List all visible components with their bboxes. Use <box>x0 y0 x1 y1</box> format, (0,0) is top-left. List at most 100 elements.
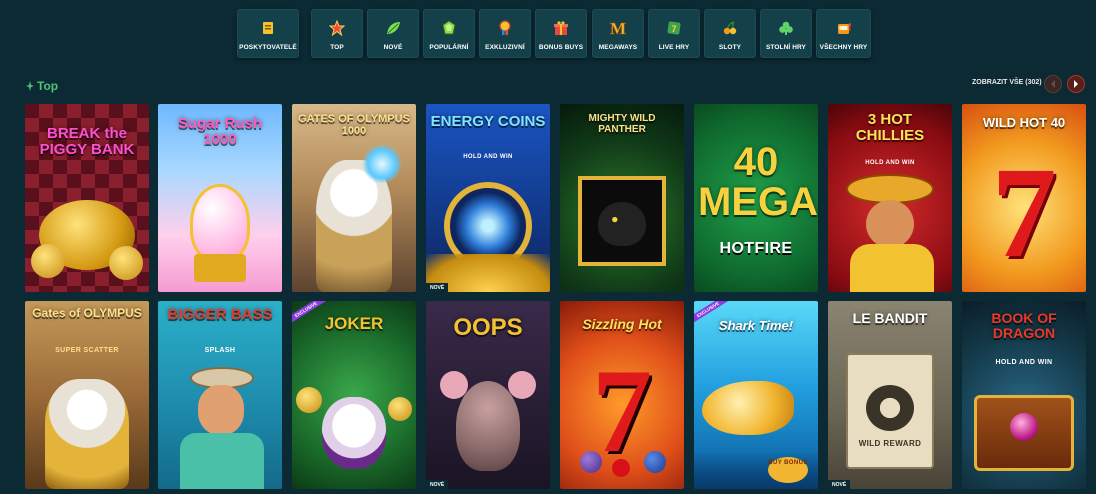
category-new[interactable]: NOVÉ <box>367 9 419 58</box>
game-title: 3 HOT CHILLIES <box>855 111 925 144</box>
section-title: Top <box>37 79 59 93</box>
category-label: LIVE HRY <box>658 44 690 51</box>
gem-icon <box>440 19 458 37</box>
game-title: MIGHTY WILD PANTHER <box>588 113 656 135</box>
leaf-icon <box>384 19 402 37</box>
gem-art <box>1010 413 1038 441</box>
plum-art <box>580 451 602 473</box>
megaways-icon: M <box>609 19 627 37</box>
ear-art <box>440 371 468 399</box>
category-label: POPULÁRNÍ <box>429 44 469 51</box>
game-subtitle: SUPER SCATTER <box>55 347 119 354</box>
game-tile-energy-coins[interactable]: ENERGY COINS HOLD AND WIN NOVÉ <box>426 104 550 292</box>
shirt-art <box>180 433 264 489</box>
game-title: BOOK OF DRAGON <box>991 310 1057 341</box>
game-tile-le-bandit[interactable]: LE BANDIT WILD REWARD NOVÉ <box>828 301 952 489</box>
game-subtitle: SPLASH <box>204 347 236 354</box>
game-subtitle: WILD REWARD <box>858 439 922 448</box>
next-button[interactable] <box>1067 75 1085 93</box>
category-label: POSKYTOVATELÉ <box>239 44 297 51</box>
game-tile-sugar-rush-1000[interactable]: Sugar Rush 1000 <box>158 104 282 292</box>
game-title: WILD HOT 40 <box>982 115 1066 130</box>
game-title: 40 MEGA <box>698 140 818 224</box>
game-title: ENERGY COINS <box>430 113 546 130</box>
star-icon <box>328 19 346 37</box>
ear-art <box>508 371 536 399</box>
game-tile-book-of-dragon[interactable]: BOOK OF DRAGON HOLD AND WIN <box>962 301 1086 489</box>
grapes-art <box>644 451 666 473</box>
game-title: Gates of OLYMPUS <box>32 306 142 320</box>
category-megaways[interactable]: M MEGAWAYS <box>592 9 644 58</box>
category-table-games[interactable]: STOLNÍ HRY <box>760 9 812 58</box>
game-tile-sizzling-hot[interactable]: 7 Sizzling Hot <box>560 301 684 489</box>
game-tile-joker[interactable]: JOKER EXCLUSIVE <box>292 301 416 489</box>
gift-icon <box>552 19 570 37</box>
category-label: MEGAWAYS <box>598 44 638 51</box>
svg-text:7: 7 <box>671 24 676 34</box>
chevron-left-icon <box>1051 80 1055 88</box>
game-subtitle: HOLD AND WIN <box>995 359 1053 366</box>
coin-art <box>296 387 322 413</box>
game-tile-40-mega-hotfire[interactable]: 40 MEGA HOTFIRE <box>694 104 818 292</box>
machine-base-art <box>194 254 246 282</box>
zeus-art <box>45 379 129 489</box>
game-tile-break-the-piggy-bank[interactable]: BREAK the PIGGY BANK <box>25 104 149 292</box>
game-tile-oops[interactable]: OOPS NOVÉ <box>426 301 550 489</box>
prev-button[interactable] <box>1044 75 1062 93</box>
shark-art <box>702 381 794 435</box>
game-subtitle: BUY BONUS <box>768 457 808 483</box>
game-subtitle: HOLD AND WIN <box>865 160 915 166</box>
category-top[interactable]: TOP <box>311 9 363 58</box>
game-tile-gates-of-olympus-super-scatter[interactable]: Gates of OLYMPUS SUPER SCATTER <box>25 301 149 489</box>
category-label: VŠECHNY HRY <box>819 44 868 51</box>
game-tile-shark-time[interactable]: Shark Time! BUY BONUS EXCLUSIVE <box>694 301 818 489</box>
game-title: Sugar Rush 1000 <box>177 115 263 148</box>
game-tile-bigger-bass-splash[interactable]: BIGGER BASS SPLASH <box>158 301 282 489</box>
bandit-face-art <box>866 385 914 431</box>
category-bonus-buys[interactable]: BONUS BUYS <box>535 9 587 58</box>
section-header: Top <box>26 79 58 93</box>
category-popular[interactable]: POPULÁRNÍ <box>423 9 475 58</box>
category-label: SLOTY <box>718 44 742 51</box>
category-label: BONUS BUYS <box>538 44 584 51</box>
game-title: BREAK the PIGGY BANK <box>39 125 135 158</box>
category-label: EXKLUZIVNÍ <box>485 44 525 51</box>
category-exclusive[interactable]: EXKLUZIVNÍ <box>479 9 531 58</box>
category-label: TOP <box>330 44 344 51</box>
rat-art <box>456 381 520 471</box>
medal-icon <box>496 19 514 37</box>
game-subtitle: HOTFIRE <box>719 240 793 257</box>
category-all-games[interactable]: VŠECHNY HRY <box>816 9 871 58</box>
providers-icon <box>259 19 277 37</box>
new-badge: NOVÉ <box>426 480 449 489</box>
view-all-link[interactable]: ZOBRAZIT VŠE (302) <box>972 79 1042 86</box>
coin-art <box>109 246 143 280</box>
category-providers[interactable]: POSKYTOVATELÉ <box>237 9 299 58</box>
category-slots[interactable]: SLOTY <box>704 9 756 58</box>
game-subtitle: HOLD AND WIN <box>463 154 513 160</box>
new-badge: NOVÉ <box>828 480 851 489</box>
game-title: Sizzling Hot <box>582 316 662 332</box>
seven-art: 7 <box>592 344 652 477</box>
category-label: NOVÉ <box>383 44 403 51</box>
new-badge: NOVÉ <box>426 283 449 292</box>
poncho-art <box>850 244 934 292</box>
game-title: Shark Time! <box>718 318 794 333</box>
fisherman-face-art <box>198 385 244 435</box>
chevron-right-icon <box>1074 80 1078 88</box>
game-tile-3-hot-chillies[interactable]: 3 HOT CHILLIES HOLD AND WIN <box>828 104 952 292</box>
game-title: LE BANDIT <box>852 310 928 326</box>
joker-face-art <box>322 397 386 469</box>
category-live[interactable]: 7 LIVE HRY <box>648 9 700 58</box>
game-tile-wild-hot-40[interactable]: 7 WILD HOT 40 <box>962 104 1086 292</box>
game-tile-gates-of-olympus-1000[interactable]: GATES OF OLYMPUS 1000 <box>292 104 416 292</box>
cherry-art <box>612 459 630 477</box>
club-icon <box>777 19 795 37</box>
game-title: GATES OF OLYMPUS 1000 <box>298 113 410 137</box>
game-title: OOPS <box>453 314 523 341</box>
game-tile-mighty-wild-panther[interactable]: MIGHTY WILD PANTHER <box>560 104 684 292</box>
panther-face-art <box>598 202 646 246</box>
game-title: BIGGER BASS <box>167 306 273 323</box>
face-art <box>866 200 914 248</box>
cherries-icon <box>721 19 739 37</box>
